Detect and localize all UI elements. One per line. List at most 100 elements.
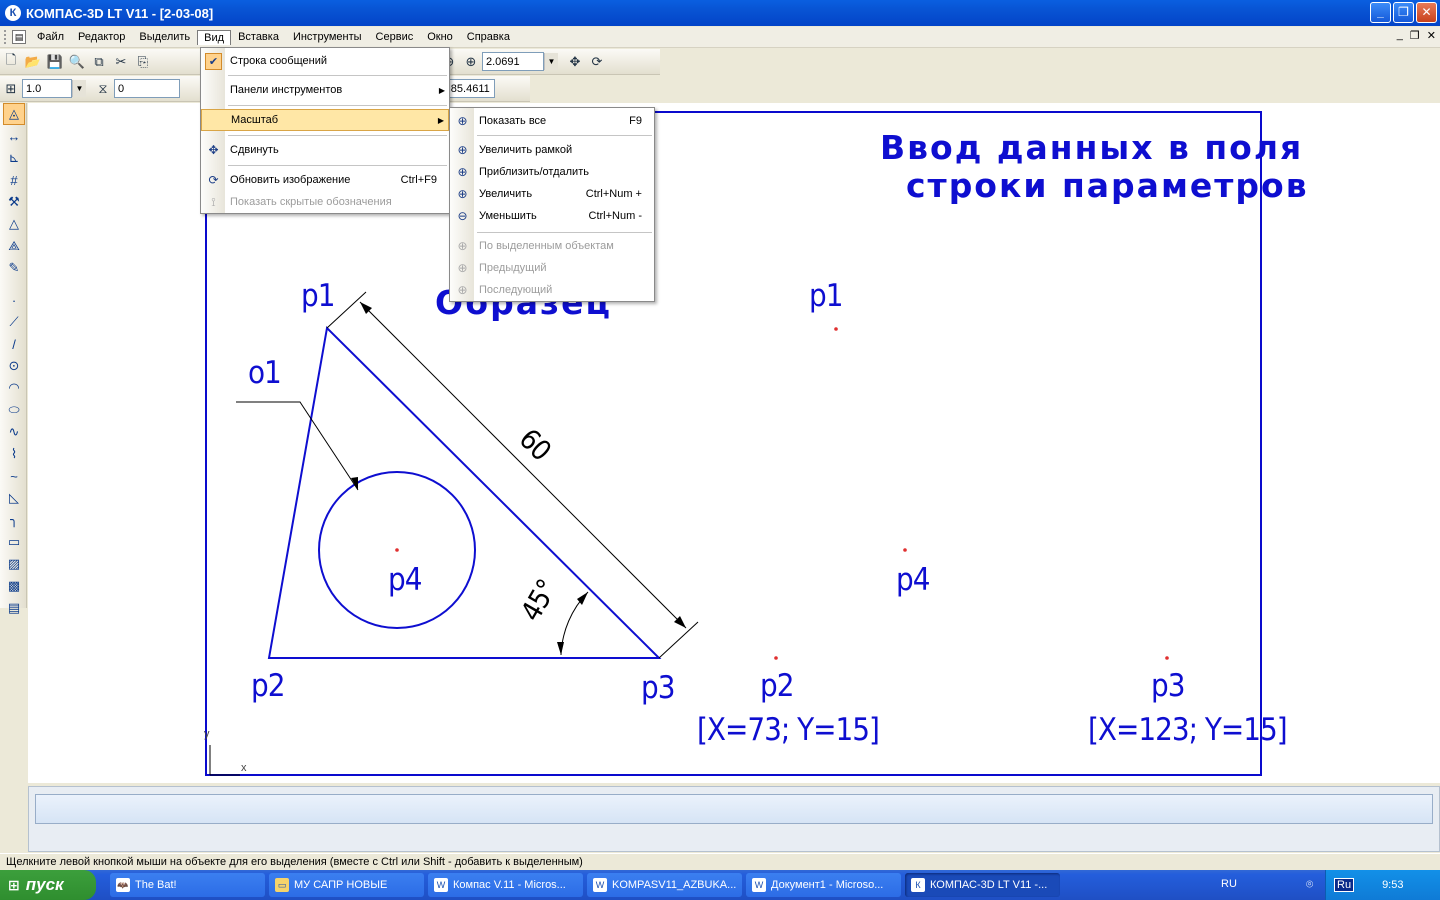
menubar-grip[interactable] — [4, 30, 8, 44]
compact-toolbar: ◬ ↔ ⊾ # ⚒ △ ⟁ ✎ · ⟋ / ⊙ ◠ ⬭ ∿ ⌇ ~ ◺ ╮ ▭ … — [0, 103, 27, 615]
fillet-tool-icon[interactable]: ╮ — [3, 509, 25, 531]
copy-icon[interactable]: ⎘ — [132, 51, 154, 73]
layer-icon[interactable]: ⧖ — [92, 78, 114, 100]
angle-field[interactable]: 85.4611 — [446, 79, 495, 98]
submenu-arrow-icon: ▶ — [437, 115, 444, 125]
checkmark-icon: ✔ — [205, 52, 222, 70]
scale-field[interactable]: 2.0691 — [482, 52, 544, 71]
grid-snap-icon[interactable]: ⊞ — [0, 78, 22, 100]
menu-item-zoom-dynamic[interactable]: ⊕ Приблизить/отдалить — [450, 161, 654, 183]
menu-insert[interactable]: Вставка — [231, 29, 286, 45]
minimize-button[interactable]: _ — [1370, 2, 1391, 23]
polyline-tool-icon[interactable]: ⌇ — [3, 443, 25, 465]
start-button[interactable]: ⊞ пуск — [0, 870, 96, 900]
menu-view[interactable]: Вид — [197, 29, 232, 45]
label-p2-coords: [X=73; Y=15] — [697, 712, 880, 748]
mdi-minimize-icon[interactable]: _ — [1397, 29, 1403, 42]
geometry-panel-icon[interactable]: ◬ — [3, 103, 25, 125]
step-dropdown-chevron-icon[interactable]: ▼ — [72, 80, 86, 97]
parameter-strip[interactable] — [35, 794, 1433, 824]
menu-file[interactable]: Файл — [30, 29, 71, 45]
rectangle-tool-icon[interactable]: ▭ — [3, 531, 25, 553]
mdi-restore-icon[interactable]: ❐ — [1410, 29, 1420, 42]
mdi-close-icon[interactable]: ✕ — [1427, 29, 1436, 42]
taskbar-item-thebat[interactable]: 🦇 The Bat! — [110, 873, 265, 897]
zoom-all-icon: ⊕ — [457, 114, 468, 128]
spline-tool-icon[interactable]: ∿ — [3, 421, 25, 443]
tray-app-icon[interactable]: ⌾ — [1306, 877, 1313, 892]
language-indicator[interactable]: Ru — [1334, 878, 1355, 892]
statusbar: Щелкните левой кнопкой мыши на объекте д… — [0, 853, 1440, 870]
parametrization-panel-icon[interactable]: ⚒ — [3, 191, 25, 213]
taskbar-item-word-2[interactable]: W KOMPASV11_AZBUKA... — [587, 873, 742, 897]
menu-item-zoom-in[interactable]: ⊕ Увеличить Ctrl+Num + — [450, 183, 654, 205]
clock[interactable]: 9:53 — [1382, 879, 1403, 891]
menu-item-label: Последующий — [479, 284, 553, 296]
hatch-tool-icon[interactable]: ▨ — [3, 553, 25, 575]
menu-tools[interactable]: Инструменты — [286, 29, 369, 45]
zoom-icon[interactable]: ⊕ — [460, 51, 482, 73]
layer-field[interactable]: 0 — [114, 79, 180, 98]
refresh-view-icon[interactable]: ⟳ — [586, 51, 608, 73]
menu-select[interactable]: Выделить — [132, 29, 197, 45]
contour-tool-icon[interactable]: ▤ — [3, 597, 25, 619]
document-icon[interactable]: ▤ — [12, 30, 26, 44]
bezier-tool-icon[interactable]: ~ — [3, 465, 25, 487]
measure-panel-icon[interactable]: △ — [3, 213, 25, 235]
menu-item-message-bar[interactable]: ✔ Строка сообщений — [201, 50, 449, 72]
menu-item-toolbars[interactable]: Панели инструментов ▶ — [201, 79, 449, 101]
editing-panel-icon[interactable]: # — [3, 169, 25, 191]
taskbar-item-word-3[interactable]: W Документ1 - Microso... — [746, 873, 901, 897]
kompas-app-icon[interactable]: К — [5, 5, 21, 21]
menu-item-show-hidden[interactable]: ⟟ Показать скрытые обозначения — [201, 191, 449, 213]
print-preview-icon[interactable]: 🔍 — [66, 51, 88, 73]
scale-dropdown-chevron-icon[interactable]: ▼ — [544, 53, 558, 70]
taskbar-item-folder[interactable]: ▭ МУ САПР НОВЫЕ — [269, 873, 424, 897]
pan-icon[interactable]: ✥ — [564, 51, 586, 73]
copy-properties-icon[interactable]: ⧉ — [88, 51, 110, 73]
arc-tool-icon[interactable]: ◠ — [3, 377, 25, 399]
menu-item-zoom-out[interactable]: ⊖ Уменьшить Ctrl+Num - — [450, 205, 654, 227]
parameter-panel — [28, 786, 1440, 852]
menu-item-refresh[interactable]: ⟳ Обновить изображение Ctrl+F9 — [201, 169, 449, 191]
fill-tool-icon[interactable]: ▩ — [3, 575, 25, 597]
zoom-selected-icon: ⊕ — [457, 239, 468, 253]
menu-window[interactable]: Окно — [420, 29, 460, 45]
task-label: The Bat! — [135, 879, 177, 891]
spec-panel-icon[interactable]: ✎ — [3, 257, 25, 279]
save-icon[interactable]: 💾 — [44, 51, 66, 73]
menu-item-pan[interactable]: ✥ Сдвинуть — [201, 139, 449, 161]
aux-line-tool-icon[interactable]: ⟋ — [3, 311, 25, 333]
ellipse-tool-icon[interactable]: ⬭ — [3, 399, 25, 421]
menu-item-label: Панели инструментов — [230, 84, 343, 96]
segment-tool-icon[interactable]: / — [3, 333, 25, 355]
restore-button[interactable]: ❐ — [1393, 2, 1414, 23]
menu-item-previous[interactable]: ⊕ Предыдущий — [450, 257, 654, 279]
open-folder-icon[interactable]: 📂 — [22, 51, 44, 73]
taskbar-item-word-1[interactable]: W Компас V.11 - Micros... — [428, 873, 583, 897]
menu-service[interactable]: Сервис — [369, 29, 421, 45]
task-label: КОМПАС-3D LT V11 -... — [930, 879, 1048, 891]
menu-item-next[interactable]: ⊕ Последующий — [450, 279, 654, 301]
close-button[interactable]: ✕ — [1416, 2, 1437, 23]
system-tray: RU ⌾ Ru 9:53 — [1221, 870, 1440, 900]
circle-tool-icon[interactable]: ⊙ — [3, 355, 25, 377]
step-field[interactable]: 1.0 — [22, 79, 72, 98]
menu-help[interactable]: Справка — [460, 29, 517, 45]
pan-icon: ✥ — [208, 143, 219, 157]
menu-edit[interactable]: Редактор — [71, 29, 132, 45]
chamfer-tool-icon[interactable]: ◺ — [3, 487, 25, 509]
menu-item-show-all[interactable]: ⊕ Показать все F9 — [450, 110, 654, 132]
point-tool-icon[interactable]: · — [3, 289, 25, 311]
taskbar-item-kompas[interactable]: К КОМПАС-3D LT V11 -... — [905, 873, 1060, 897]
layer-value: 0 — [118, 82, 125, 95]
menu-item-zoom-frame[interactable]: ⊕ Увеличить рамкой — [450, 139, 654, 161]
cut-icon[interactable]: ✂ — [110, 51, 132, 73]
dimensions-panel-icon[interactable]: ↔ — [3, 125, 25, 147]
window-titlebar: К КОМПАС-3D LT V11 - [2-03-08] _ ❐ ✕ — [0, 0, 1440, 26]
menu-item-scale[interactable]: Масштаб ▶ — [201, 109, 449, 131]
menu-item-zoom-selected[interactable]: ⊕ По выделенным объектам — [450, 235, 654, 257]
new-document-icon[interactable]: 🗋 — [0, 51, 22, 73]
select-panel-icon[interactable]: ⟁ — [3, 235, 25, 257]
designations-panel-icon[interactable]: ⊾ — [3, 147, 25, 169]
